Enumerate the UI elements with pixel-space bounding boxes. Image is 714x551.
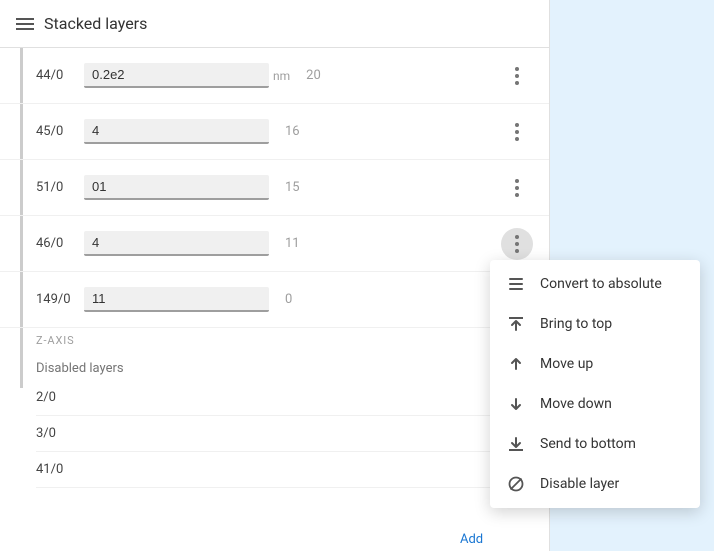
main-panel: Stacked layers 44/0 nm 20 45/0 16 <box>0 0 550 551</box>
three-dots-icon <box>515 235 519 253</box>
unit-label: nm <box>273 69 290 83</box>
layer-row: 46/0 11 <box>0 216 549 272</box>
layer-secondary: 15 <box>269 180 501 195</box>
layer-value-input[interactable] <box>84 175 269 200</box>
menu-item-bring-to-top[interactable]: Bring to top <box>490 304 700 344</box>
menu-item-label: Send to bottom <box>540 436 636 452</box>
move-up-icon <box>506 354 526 374</box>
context-menu: Convert to absolute Bring to top Move up… <box>490 260 700 508</box>
layer-id: 44/0 <box>36 68 84 83</box>
more-options-button[interactable] <box>501 172 533 204</box>
layer-row: 44/0 nm 20 <box>0 48 549 104</box>
layer-value-input[interactable] <box>84 231 269 256</box>
menu-item-move-up[interactable]: Move up <box>490 344 700 384</box>
layer-secondary: 16 <box>269 124 501 139</box>
layer-id: 51/0 <box>36 180 84 195</box>
menu-icon <box>16 18 34 30</box>
layer-value-input[interactable] <box>84 63 269 88</box>
z-axis-label: Z-AXIS <box>0 328 549 353</box>
menu-item-convert-to-absolute[interactable]: Convert to absolute <box>490 264 700 304</box>
layers-container: 44/0 nm 20 45/0 16 51/0 1 <box>0 48 549 328</box>
layer-row: 51/0 15 <box>0 160 549 216</box>
more-options-button[interactable] <box>501 116 533 148</box>
three-dots-icon <box>515 179 519 197</box>
layer-row: 45/0 16 <box>0 104 549 160</box>
menu-item-label: Move down <box>540 396 612 412</box>
header: Stacked layers <box>0 0 549 48</box>
menu-item-move-down[interactable]: Move down <box>490 384 700 424</box>
menu-item-label: Convert to absolute <box>540 276 662 292</box>
disabled-label: Disabled layers <box>36 361 533 376</box>
page-title: Stacked layers <box>44 14 147 33</box>
add-button[interactable]: Add <box>460 532 483 547</box>
layer-value-input[interactable] <box>84 287 269 312</box>
move-down-icon <box>506 394 526 414</box>
layer-secondary: 20 <box>290 68 501 83</box>
more-options-button-active[interactable] <box>501 228 533 260</box>
menu-item-label: Disable layer <box>540 476 619 492</box>
disabled-item: 2/0 <box>36 380 533 416</box>
menu-item-send-to-bottom[interactable]: Send to bottom <box>490 424 700 464</box>
more-options-button[interactable] <box>501 60 533 92</box>
disabled-item: 3/0 <box>36 416 533 452</box>
menu-item-disable-layer[interactable]: Disable layer <box>490 464 700 504</box>
layer-id: 149/0 <box>36 292 84 307</box>
layer-value-input[interactable] <box>84 119 269 144</box>
send-bottom-icon <box>506 434 526 454</box>
bring-top-icon <box>506 314 526 334</box>
disabled-item: 41/0 <box>36 452 533 488</box>
disable-icon <box>506 474 526 494</box>
layer-secondary: 0 <box>269 292 501 307</box>
menu-item-label: Bring to top <box>540 316 612 332</box>
list-icon <box>506 274 526 294</box>
layer-id: 45/0 <box>36 124 84 139</box>
menu-item-label: Move up <box>540 356 593 372</box>
three-dots-icon <box>515 123 519 141</box>
layer-id: 46/0 <box>36 236 84 251</box>
disabled-section: Disabled layers 2/0 3/0 41/0 <box>0 353 549 492</box>
three-dots-icon <box>515 67 519 85</box>
layer-row: 149/0 0 <box>0 272 549 328</box>
layer-secondary: 11 <box>269 236 501 251</box>
